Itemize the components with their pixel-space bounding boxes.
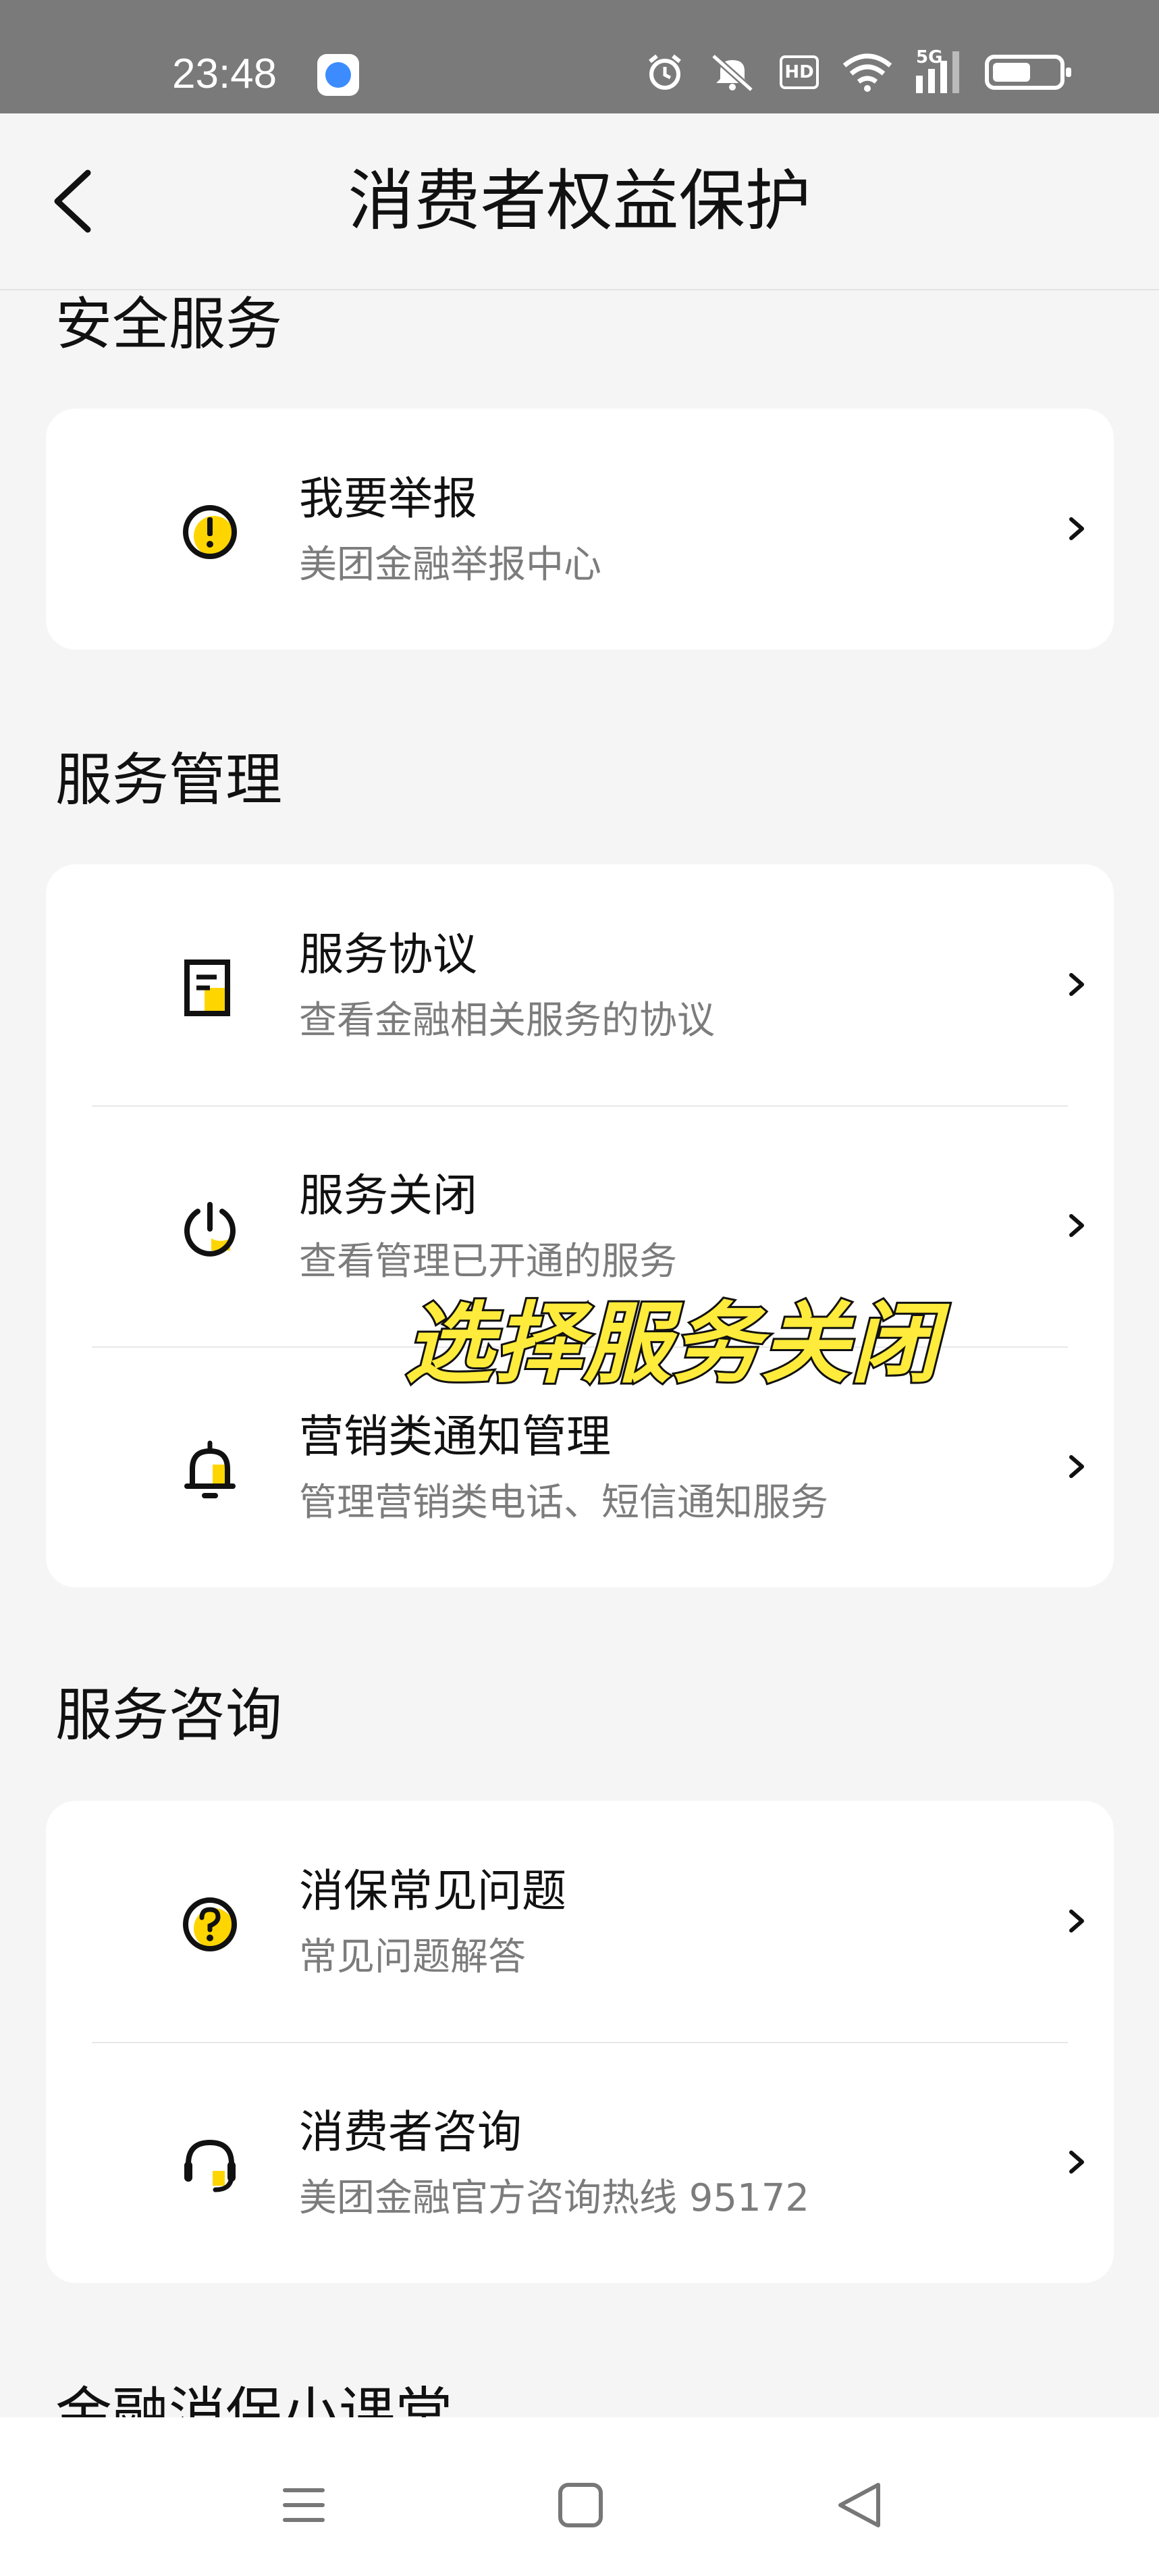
overlay-caption: 选择服务关闭 (403, 1290, 940, 1397)
item-title: 我要举报 (299, 473, 477, 525)
item-subtitle: 管理营销类电话、短信通知服务 (299, 1481, 828, 1525)
item-subtitle: 查看金融相关服务的协议 (299, 999, 715, 1043)
item-title: 消费者咨询 (299, 2106, 522, 2158)
app-badge-icon (317, 54, 359, 96)
item-title: 营销类通知管理 (299, 1411, 611, 1463)
list-item-consumer-consultation[interactable]: 消费者咨询 美团金融官方咨询热线 95172 (46, 2042, 1114, 2283)
nav-bar: 消费者权益保护 (0, 113, 1159, 290)
hd-icon: HD (780, 55, 819, 89)
card-service-management: 服务协议 查看金融相关服务的协议 服务关闭 查看管理已开通的服务 营销类通知管理… (46, 864, 1114, 1587)
back-triangle-icon[interactable] (827, 2471, 894, 2539)
item-title: 服务协议 (299, 928, 477, 980)
item-subtitle: 查看管理已开通的服务 (299, 1240, 677, 1284)
chevron-right-icon (1069, 1910, 1084, 1933)
mute-icon (711, 53, 754, 93)
section-title-consultation: 服务咨询 (55, 1682, 283, 1748)
item-subtitle: 美团金融官方咨询热线 95172 (299, 2176, 809, 2220)
warning-icon (183, 505, 237, 559)
battery-icon (985, 55, 1071, 90)
headset-icon (184, 2139, 236, 2192)
status-bar: 23:48 HD 5G (0, 0, 1159, 113)
chevron-right-icon (1069, 973, 1084, 996)
menu-icon[interactable] (270, 2471, 338, 2539)
card-consultation: 消保常见问题 常见问题解答 消费者咨询 美团金融官方咨询热线 95172 (46, 1801, 1114, 2283)
item-title: 消保常见问题 (299, 1865, 566, 1917)
section-title-security: 安全服务 (55, 291, 283, 357)
section-title-finance-class: 金融消保小课堂 (55, 2381, 453, 2417)
page-title: 消费者权益保护 (348, 163, 811, 240)
list-item-faq[interactable]: 消保常见问题 常见问题解答 (46, 1801, 1114, 2042)
chevron-right-icon (1069, 1455, 1084, 1478)
chevron-right-icon (1069, 1214, 1084, 1237)
home-icon[interactable] (547, 2471, 614, 2539)
question-icon (183, 1897, 237, 1951)
chevron-right-icon (1069, 517, 1084, 540)
bell-icon (184, 1440, 236, 1498)
status-time: 23:48 (172, 51, 277, 97)
item-subtitle: 美团金融举报中心 (299, 543, 601, 587)
alarm-icon (649, 54, 681, 90)
chevron-right-icon (1069, 2151, 1084, 2174)
list-item-report[interactable]: 我要举报 美团金融举报中心 (46, 409, 1114, 650)
card-security: 我要举报 美团金融举报中心 (46, 409, 1114, 650)
list-item-service-agreement[interactable]: 服务协议 查看金融相关服务的协议 (46, 864, 1114, 1105)
document-icon (184, 960, 230, 1016)
status-icons: HD 5G (645, 47, 1071, 93)
item-title: 服务关闭 (299, 1169, 477, 1221)
5g-signal-icon: 5G (916, 47, 963, 93)
wifi-icon (842, 53, 892, 92)
system-nav-bar (0, 2417, 1159, 2576)
section-title-service-management: 服务管理 (55, 747, 283, 813)
power-icon (184, 1202, 236, 1257)
item-subtitle: 常见问题解答 (299, 1935, 526, 1979)
